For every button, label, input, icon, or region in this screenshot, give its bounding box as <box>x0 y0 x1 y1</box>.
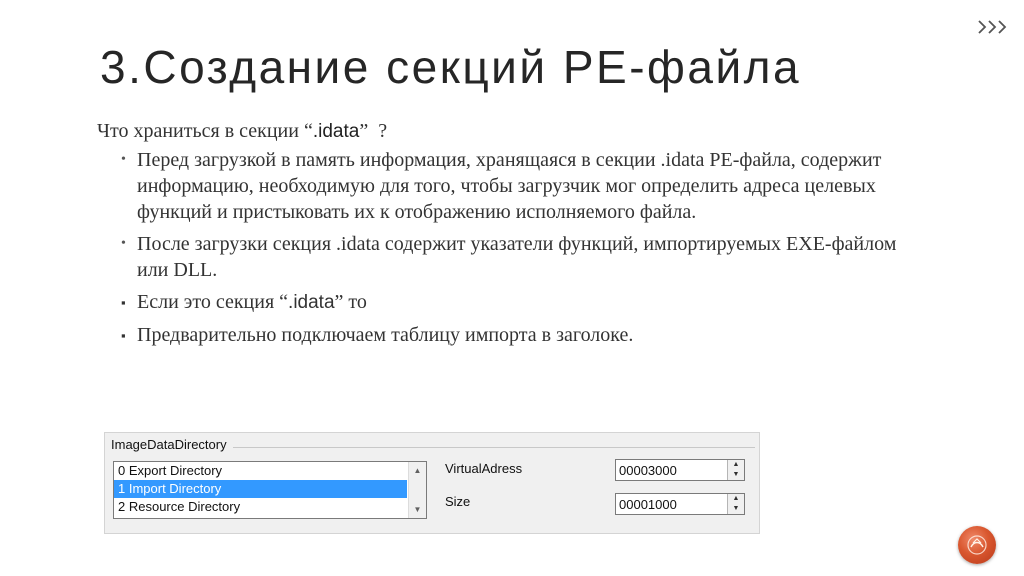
bullet-square-icon: ▪ <box>121 328 126 343</box>
size-value[interactable]: 00001000 <box>619 497 677 512</box>
bullet-square-icon: ▪ <box>121 295 126 310</box>
group-label: ImageDataDirectory <box>111 437 233 452</box>
lead-code: .idata <box>312 121 360 142</box>
bullet-dot-icon: • <box>121 236 126 251</box>
spin-buttons[interactable]: ▲ ▼ <box>727 460 744 480</box>
lead-prefix: Что храниться в секции “ <box>97 120 313 142</box>
bullet-text: Перед загрузкой в память информация, хра… <box>137 149 882 223</box>
size-label: Size <box>445 494 471 509</box>
spin-up-icon[interactable]: ▲ <box>728 494 744 504</box>
list-item[interactable]: 2 Resource Directory <box>114 498 407 516</box>
bullet-dot-icon: • <box>121 152 126 167</box>
list-item[interactable]: 0 Export Directory <box>114 462 407 480</box>
virtual-address-value[interactable]: 00003000 <box>619 463 677 478</box>
bullet-item: ▪ Предварительно подключаем таблицу импо… <box>117 322 917 348</box>
bullet-suffix: ” то <box>334 291 367 313</box>
size-spinbox[interactable]: 00001000 ▲ ▼ <box>615 493 745 515</box>
chevron-right-icon <box>988 20 997 34</box>
chevron-right-icon <box>998 20 1007 34</box>
bullet-item: ▪ Если это секция “.idata” то <box>117 289 917 316</box>
bullet-text: После загрузки секция .idata содержит ук… <box>137 233 897 281</box>
bullet-prefix: Если это секция “ <box>137 291 289 313</box>
virtual-address-label: VirtualAdress <box>445 461 523 476</box>
spin-up-icon[interactable]: ▲ <box>728 460 744 470</box>
image-data-directory-panel: ImageDataDirectory 0 Export Directory 1 … <box>104 432 760 534</box>
list-scrollbar[interactable]: ▲ ▼ <box>408 462 426 518</box>
spin-buttons[interactable]: ▲ ▼ <box>727 494 744 514</box>
spin-down-icon[interactable]: ▼ <box>728 504 744 514</box>
directory-listbox[interactable]: 0 Export Directory 1 Import Directory 2 … <box>113 461 427 519</box>
spin-down-icon[interactable]: ▼ <box>728 470 744 480</box>
bullet-text: Предварительно подключаем таблицу импорт… <box>137 324 634 346</box>
list-item-selected[interactable]: 1 Import Directory <box>114 480 407 498</box>
slide-title: 3.Создание секций PE-файла <box>100 41 802 93</box>
bullet-code: .idata <box>288 292 335 313</box>
decorative-chevrons <box>978 20 1008 34</box>
lead-suffix: ” ? <box>359 120 388 142</box>
bullet-item: • Перед загрузкой в память информация, х… <box>117 147 917 225</box>
virtual-address-spinbox[interactable]: 00003000 ▲ ▼ <box>615 459 745 481</box>
scroll-up-arrow-icon[interactable]: ▲ <box>409 462 426 479</box>
bullet-list: • Перед загрузкой в память информация, х… <box>97 147 917 348</box>
bullet-item: • После загрузки секция .idata содержит … <box>117 231 917 283</box>
slide-nav-orb-icon[interactable] <box>958 526 996 564</box>
ornament-icon <box>967 535 987 555</box>
slide-content: Что храниться в секции “.idata” ? • Пере… <box>97 120 917 354</box>
lead-question: Что храниться в секции “.idata” ? <box>97 120 917 143</box>
scroll-down-arrow-icon[interactable]: ▼ <box>409 501 426 518</box>
chevron-right-icon <box>978 20 987 34</box>
